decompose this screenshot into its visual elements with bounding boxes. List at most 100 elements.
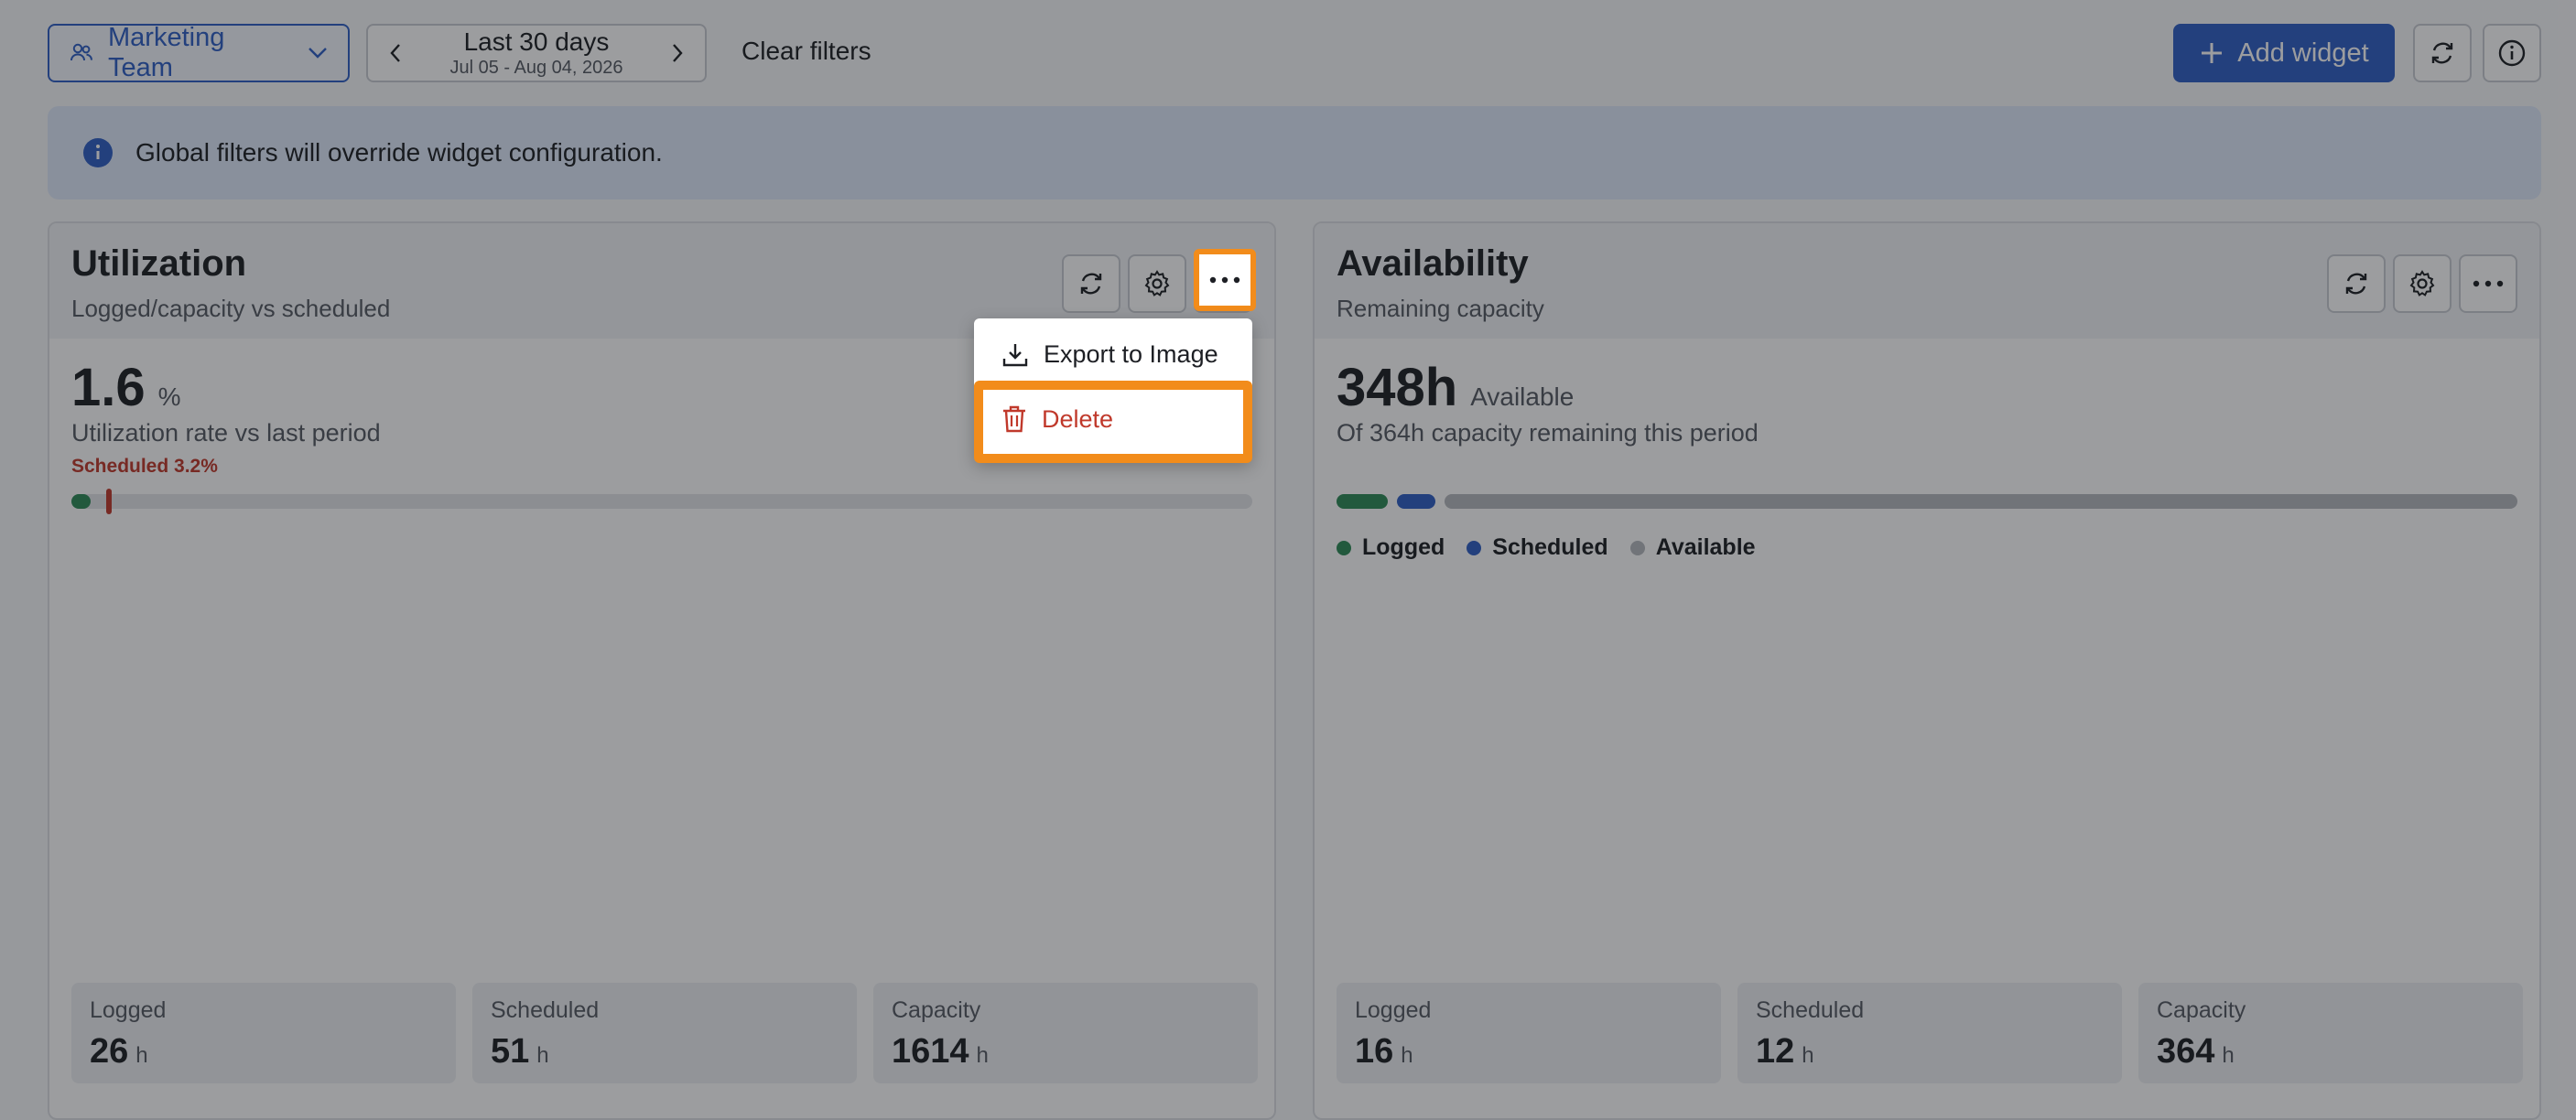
info-icon (2498, 39, 2526, 67)
stat-value: 12 h (1756, 1032, 1814, 1072)
stat-value: 16 h (1355, 1032, 1413, 1072)
menu-item-label: Export to Image (1044, 340, 1218, 368)
add-widget-label: Add widget (2237, 38, 2369, 68)
legend-label: Scheduled (1492, 534, 1608, 560)
stat-value: 26 h (90, 1032, 148, 1072)
team-filter-dropdown[interactable]: Marketing Team (48, 23, 350, 82)
utilization-description: Utilization rate vs last period (71, 419, 381, 447)
more-horizontal-icon (2473, 280, 2504, 287)
availability-stats: Logged 16 h Scheduled 12 h Capacity 364 … (1337, 983, 2523, 1083)
stat-number: 364 (2157, 1032, 2215, 1071)
stat-value: 51 h (491, 1032, 549, 1072)
scheduled-label: Scheduled 3.2% (71, 456, 218, 477)
stat-label: Scheduled (1756, 997, 1865, 1023)
logged-progress-fill (71, 494, 91, 509)
toolbar: Marketing Team Last 30 days Jul 05 - Aug… (48, 23, 2541, 82)
stat-number: 12 (1756, 1032, 1795, 1071)
utilization-number: 1.6 (71, 358, 146, 417)
availability-number: 348h (1337, 358, 1458, 417)
refresh-icon (2431, 42, 2453, 64)
refresh-dashboard-button[interactable] (2413, 24, 2472, 82)
availability-value: 348h Available (1337, 357, 1574, 418)
stat-label: Scheduled (491, 997, 600, 1023)
stat-value: 1614 h (892, 1032, 989, 1072)
menu-item-delete[interactable]: Delete (1001, 404, 1113, 434)
widget-subtitle: Logged/capacity vs scheduled (71, 295, 391, 322)
gear-icon (1144, 270, 1170, 296)
date-range-display[interactable]: Last 30 days Jul 05 - Aug 04, 2026 (449, 27, 623, 79)
widget-more-button[interactable] (2459, 254, 2517, 313)
widget-settings-button[interactable] (1128, 254, 1186, 313)
utilization-unit: % (157, 382, 181, 411)
stat-number: 1614 (892, 1032, 969, 1071)
legend-logged: Logged (1337, 534, 1445, 561)
stat-label: Capacity (2157, 997, 2246, 1023)
stat-logged: Logged 16 h (1337, 983, 1721, 1083)
widget-refresh-button[interactable] (1062, 254, 1120, 313)
availability-header: Availability Remaining capacity (1315, 223, 2539, 339)
info-filled-icon (83, 138, 113, 167)
global-filter-banner: Global filters will override widget conf… (48, 106, 2541, 199)
utilization-value: 1.6 % (71, 357, 181, 418)
widget-settings-button[interactable] (2393, 254, 2452, 313)
legend-scheduled: Scheduled (1467, 534, 1608, 561)
gear-icon (2409, 270, 2435, 296)
stat-capacity: Capacity 364 h (2138, 983, 2523, 1083)
refresh-icon (1080, 273, 1102, 295)
utilization-stats: Logged 26 h Scheduled 51 h Capacity 1614… (71, 983, 1258, 1083)
legend-label: Logged (1362, 534, 1445, 560)
stat-number: 51 (491, 1032, 530, 1071)
more-horizontal-icon (1209, 276, 1240, 284)
chevron-down-icon (308, 48, 327, 59)
stat-label: Logged (90, 997, 167, 1023)
utilization-progress-track (71, 489, 1252, 514)
availability-unit: Available (1470, 382, 1575, 411)
date-range-label: Last 30 days (463, 27, 610, 56)
legend-label: Available (1655, 534, 1756, 560)
date-next-button[interactable] (661, 37, 694, 70)
download-icon (1002, 343, 1028, 366)
stat-unit: h (2222, 1043, 2235, 1068)
availability-description: Of 364h capacity remaining this period (1337, 419, 1759, 447)
info-button[interactable] (2483, 24, 2541, 82)
team-filter-label: Marketing Team (108, 23, 225, 82)
availability-legend: Logged Scheduled Available (1337, 534, 1756, 561)
menu-item-export-image[interactable]: Export to Image (1001, 340, 1218, 369)
stat-unit: h (976, 1043, 989, 1068)
stat-scheduled: Scheduled 12 h (1737, 983, 2122, 1083)
widget-title: Utilization (71, 243, 247, 284)
date-prev-button[interactable] (379, 37, 412, 70)
stat-label: Logged (1355, 997, 1432, 1023)
available-segment (1445, 494, 2517, 509)
stat-scheduled: Scheduled 51 h (472, 983, 857, 1083)
menu-item-label: Delete (1042, 404, 1114, 433)
scheduled-segment (1397, 494, 1435, 509)
clear-filters-button[interactable]: Clear filters (741, 37, 871, 66)
availability-widget: Availability Remaining capacity 348h Ava… (1313, 221, 2541, 1120)
date-range-picker: Last 30 days Jul 05 - Aug 04, 2026 (366, 24, 707, 82)
stat-logged: Logged 26 h (71, 983, 456, 1083)
date-range-sub: Jul 05 - Aug 04, 2026 (449, 58, 623, 79)
chevron-left-icon (390, 44, 400, 62)
stat-capacity: Capacity 1614 h (873, 983, 1258, 1083)
availability-segmented-bar (1337, 494, 2517, 509)
trash-icon (1003, 405, 1025, 433)
plus-icon (2202, 43, 2223, 63)
logged-segment (1337, 494, 1388, 509)
add-widget-button[interactable]: Add widget (2173, 24, 2395, 82)
refresh-icon (2345, 273, 2367, 295)
stat-unit: h (1802, 1043, 1814, 1068)
stat-number: 26 (90, 1032, 129, 1071)
stat-unit: h (1401, 1043, 1413, 1068)
stat-value: 364 h (2157, 1032, 2235, 1072)
menu-item-delete-highlight: Delete (974, 381, 1252, 463)
widget-title: Availability (1337, 243, 1529, 284)
widget-refresh-button[interactable] (2327, 254, 2386, 313)
stat-unit: h (135, 1043, 148, 1068)
chevron-right-icon (673, 44, 683, 62)
banner-text: Global filters will override widget conf… (135, 138, 663, 167)
widget-subtitle: Remaining capacity (1337, 295, 1544, 322)
active-more-button[interactable] (1194, 249, 1256, 311)
users-icon (70, 43, 92, 61)
legend-available: Available (1629, 534, 1756, 561)
